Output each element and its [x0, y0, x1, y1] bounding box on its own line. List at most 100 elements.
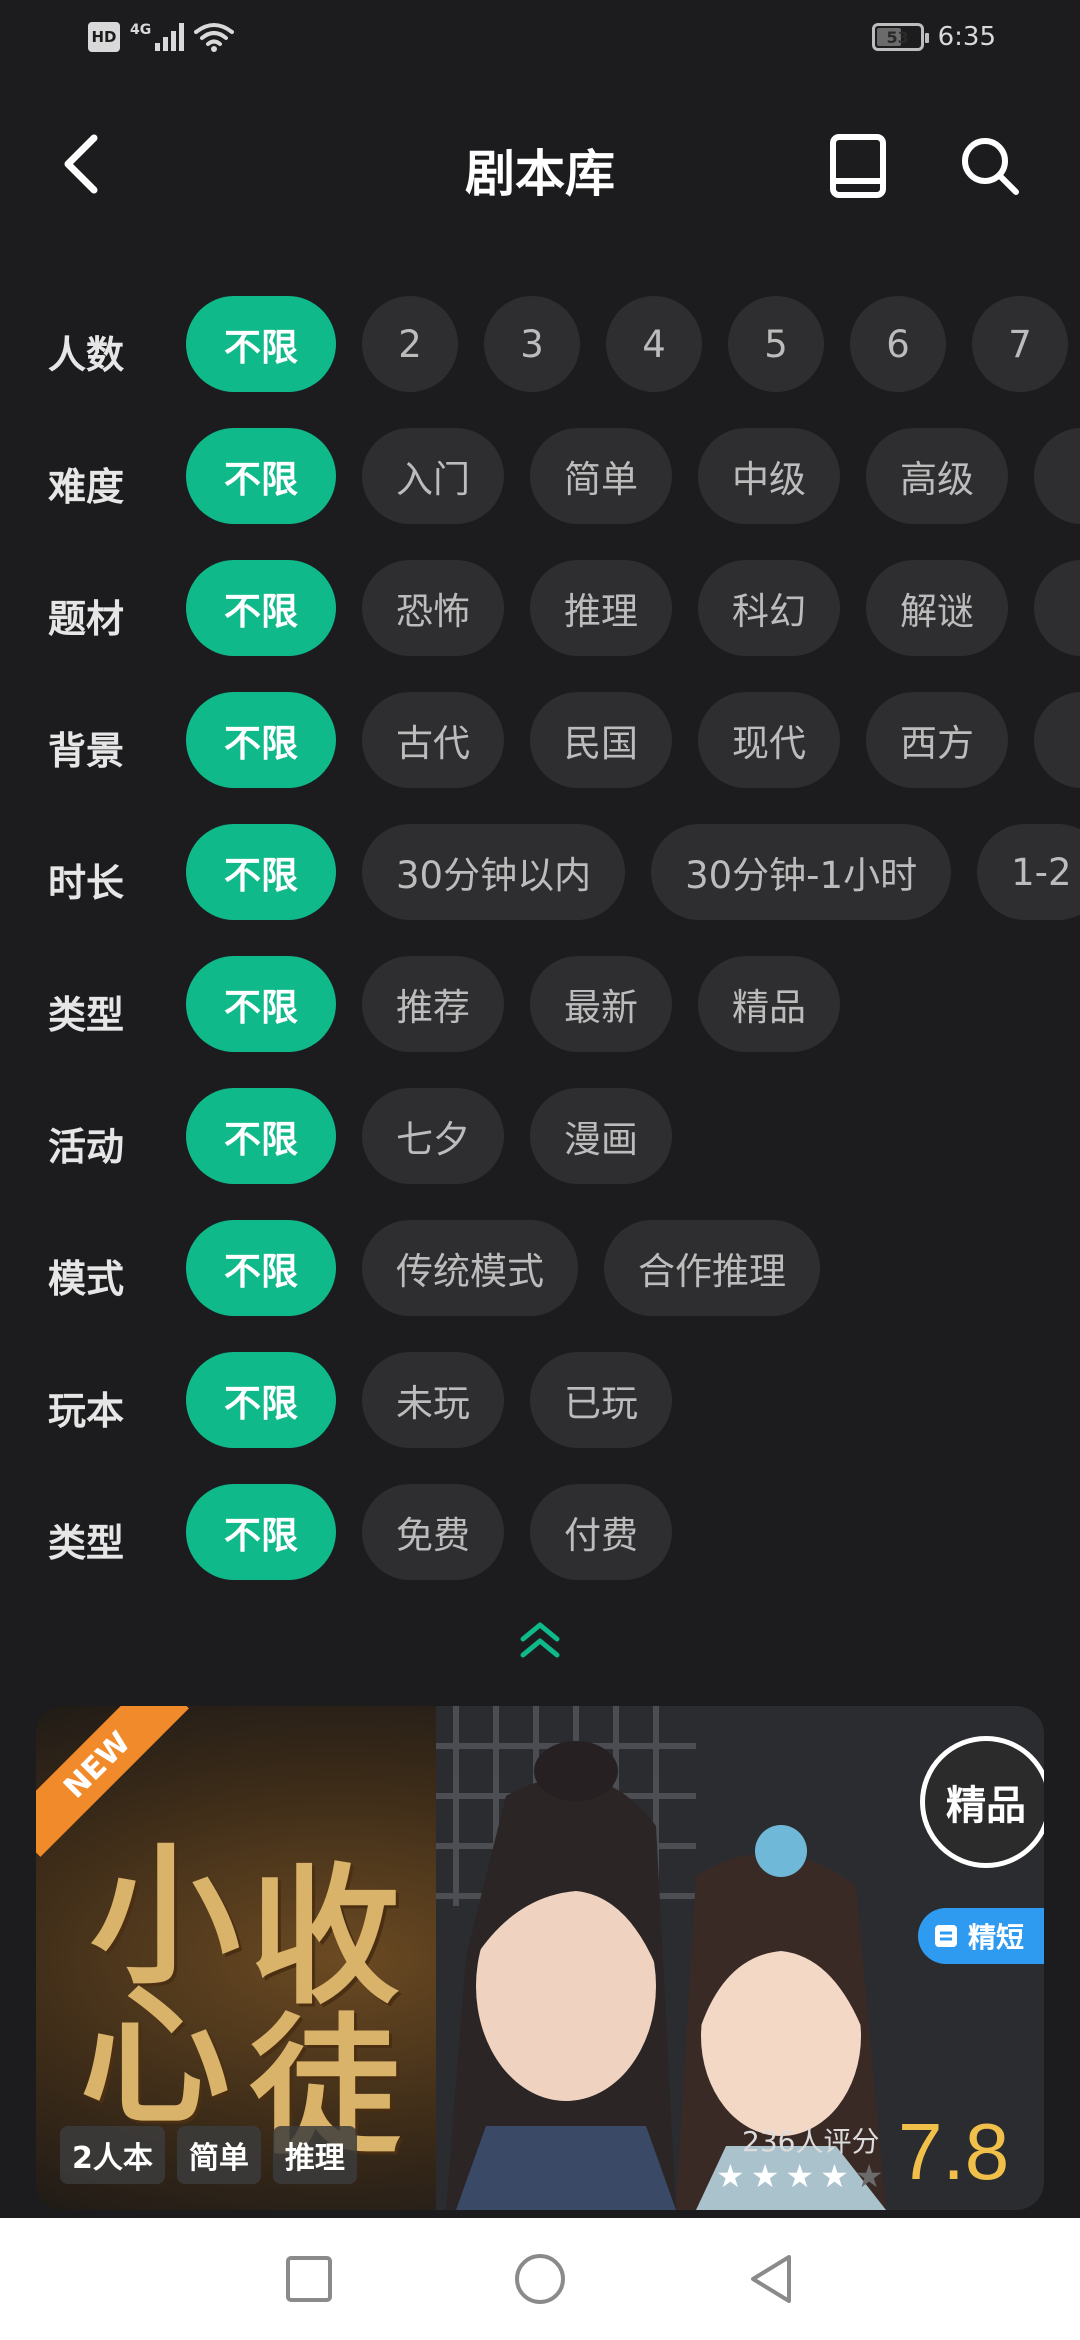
filter-chip-active[interactable]: 不限 [186, 560, 336, 656]
search-icon [962, 138, 1019, 195]
star-icon: ★ [820, 2157, 849, 2195]
filter-row: 玩本 不限 未玩 已玩 [0, 1344, 1080, 1476]
filter-chip[interactable]: 4 [606, 296, 702, 392]
star-icon: ★ [750, 2157, 780, 2195]
filter-chip-active[interactable]: 不限 [186, 692, 336, 788]
filter-chip[interactable]: 合作推理 [604, 1220, 820, 1316]
filter-chips: 不限 传统模式 合作推理 [186, 1220, 820, 1316]
filter-chip[interactable]: 推荐 [362, 956, 504, 1052]
filter-chip[interactable]: 解谜 [866, 560, 1008, 656]
star-icon: ★ [785, 2157, 815, 2195]
filter-chip[interactable]: 古代 [362, 692, 504, 788]
filter-chip[interactable]: 现代 [698, 692, 840, 788]
filter-row: 类型 不限 免费 付费 [0, 1476, 1080, 1608]
filter-row: 模式 不限 传统模式 合作推理 [0, 1212, 1080, 1344]
filter-chip[interactable]: 最新 [530, 956, 672, 1052]
collapse-button[interactable] [510, 1612, 570, 1668]
star-rating: ★ ★ ★ ★ ★ [716, 2160, 883, 2192]
filter-chips: 不限 2 3 4 5 6 7 [186, 296, 1068, 392]
star-icon: ★ [716, 2157, 745, 2195]
banner-title-art: 小 心 收 徒 [80, 1786, 440, 2175]
filter-chip[interactable]: 30分钟以内 [362, 824, 626, 920]
filter-row: 题材 不限 恐怖 推理 科幻 解谜 [0, 552, 1080, 684]
filter-chips: 不限 免费 付费 [186, 1484, 672, 1580]
tag: 简单 [176, 2126, 261, 2184]
filter-label: 时长 [48, 861, 125, 905]
status-bar: HD 4G 53 6:35 [0, 0, 1080, 84]
filter-chip-active[interactable]: 不限 [186, 1484, 336, 1580]
home-button[interactable] [509, 2248, 571, 2310]
recent-apps-button[interactable] [278, 2248, 340, 2310]
filter-chip-active[interactable]: 不限 [186, 1088, 336, 1184]
filter-chip[interactable]: 3 [484, 296, 580, 392]
filter-chip[interactable]: 入门 [362, 428, 504, 524]
rating-count: 236人评分 [742, 2125, 880, 2158]
filter-chip[interactable]: 传统模式 [362, 1220, 578, 1316]
filter-label: 题材 [48, 597, 125, 641]
filter-chip[interactable]: 科幻 [698, 560, 840, 656]
back-nav-button[interactable] [740, 2248, 802, 2310]
circle-icon [515, 2254, 565, 2304]
battery-icon: 53 [871, 23, 929, 51]
premium-badge: 精品 [920, 1736, 1044, 1868]
signal-icon [155, 23, 185, 51]
filter-chip[interactable]: 西方 [866, 692, 1008, 788]
filter-row: 时长 不限 30分钟以内 30分钟-1小时 1-2 [0, 816, 1080, 948]
filter-label: 类型 [48, 1521, 125, 1565]
status-left: HD 4G [88, 22, 235, 52]
filter-chip[interactable]: 推理 [530, 560, 672, 656]
filter-chips: 不限 未玩 已玩 [186, 1352, 672, 1448]
filter-row: 背景 不限 古代 民国 现代 西方 [0, 684, 1080, 816]
filter-chips: 不限 七夕 漫画 [186, 1088, 672, 1184]
filter-chip[interactable]: 1-2 [977, 824, 1080, 920]
filter-chips: 不限 入门 简单 中级 高级 [186, 428, 1080, 524]
filter-chip[interactable]: 恐怖 [362, 560, 504, 656]
filter-label: 活动 [48, 1125, 125, 1169]
filter-chip[interactable]: 已玩 [530, 1352, 672, 1448]
filter-chip[interactable]: 高级 [866, 428, 1008, 524]
filter-chip[interactable]: 民国 [530, 692, 672, 788]
title-char: 心 [80, 1969, 231, 2145]
filter-row: 类型 不限 推荐 最新 精品 [0, 948, 1080, 1080]
filter-chip[interactable]: 漫画 [530, 1088, 672, 1184]
filter-chips: 不限 推荐 最新 精品 [186, 956, 840, 1052]
triangle-back-icon [751, 2255, 791, 2303]
filter-chip[interactable] [1034, 428, 1080, 524]
filter-chip-active[interactable]: 不限 [186, 956, 336, 1052]
battery-level: 53 [886, 27, 909, 47]
filter-chip[interactable]: 5 [728, 296, 824, 392]
filter-chip[interactable]: 2 [362, 296, 458, 392]
filter-chip[interactable]: 免费 [362, 1484, 504, 1580]
filter-chip[interactable]: 七夕 [362, 1088, 504, 1184]
filter-chip-active[interactable]: 不限 [186, 824, 336, 920]
filter-chip-active[interactable]: 不限 [186, 296, 336, 392]
book-button[interactable] [822, 126, 894, 206]
filter-chip[interactable] [1034, 560, 1080, 656]
system-nav-bar [0, 2218, 1080, 2340]
book-icon [830, 134, 886, 198]
filter-chip[interactable]: 未玩 [362, 1352, 504, 1448]
filter-chip[interactable]: 6 [850, 296, 946, 392]
filter-chip-active[interactable]: 不限 [186, 1220, 336, 1316]
filter-chip[interactable]: 中级 [698, 428, 840, 524]
filter-chips: 不限 古代 民国 现代 西方 [186, 692, 1080, 788]
filter-chip-active[interactable]: 不限 [186, 1352, 336, 1448]
filter-chip[interactable]: 精品 [698, 956, 840, 1052]
filter-chips: 不限 恐怖 推理 科幻 解谜 [186, 560, 1080, 656]
status-right: 53 6:35 [871, 22, 996, 52]
filter-label: 背景 [48, 729, 125, 773]
filter-chip[interactable]: 简单 [530, 428, 672, 524]
filter-chip[interactable]: 付费 [530, 1484, 672, 1580]
square-icon [286, 2256, 332, 2302]
banner-tags: 2人本 简单 推理 [60, 2126, 357, 2184]
filter-label: 类型 [48, 993, 125, 1037]
filter-row: 难度 不限 入门 简单 中级 高级 [0, 420, 1080, 552]
filter-chip-active[interactable]: 不限 [186, 428, 336, 524]
filter-chip[interactable]: 30分钟-1小时 [651, 824, 952, 920]
filter-chip[interactable] [1034, 692, 1080, 788]
filter-label: 玩本 [48, 1389, 125, 1433]
filter-chips: 不限 30分钟以内 30分钟-1小时 1-2 [186, 824, 1080, 920]
filter-chip[interactable]: 7 [972, 296, 1068, 392]
script-banner-card[interactable]: NEW 小 心 收 徒 精品 精短 2人本 简单 推理 236人评分 ★ ★ ★ ★ ★… [36, 1706, 1044, 2210]
search-button[interactable] [950, 126, 1030, 206]
